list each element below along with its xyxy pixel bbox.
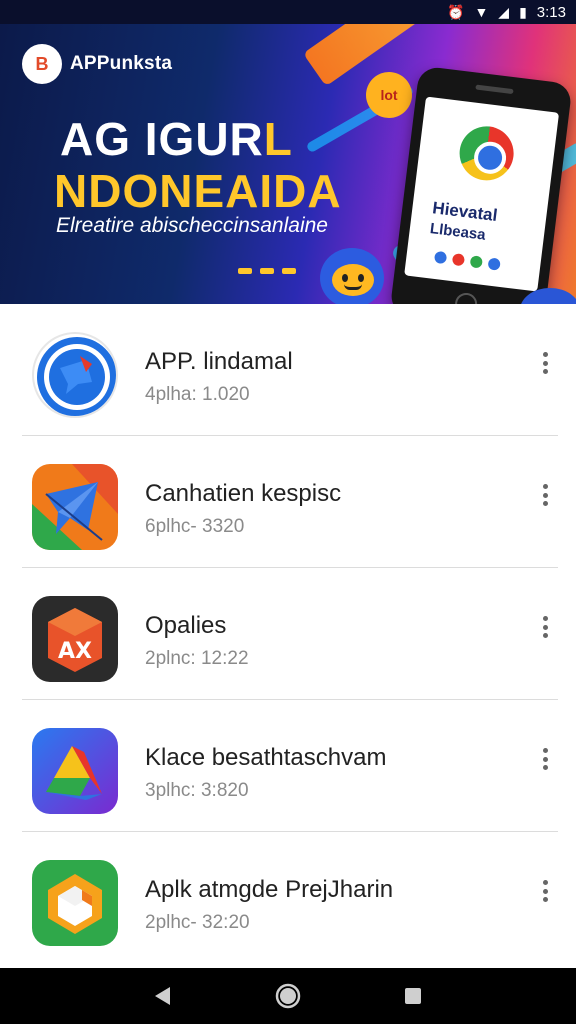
brand: B APPunksta [22, 44, 172, 84]
banner-headline-line1: AG IGURL [60, 113, 293, 165]
status-time: 3:13 [536, 3, 566, 21]
recents-button[interactable] [389, 972, 437, 1020]
back-button[interactable] [139, 972, 187, 1020]
app-list: APP. lindamal 4plha: 1.020 Canhatien kes… [0, 304, 576, 968]
coin-icon: lot [366, 72, 412, 118]
list-item[interactable]: Klace besathtaschvam 3plhc: 3:820 [0, 700, 576, 832]
more-options-icon[interactable] [538, 482, 552, 508]
promo-banner[interactable]: B APPunksta AG IGURL NDONEAIDA Elreatire… [0, 24, 576, 304]
app-title: Aplk atmgde PrejJharin [145, 876, 394, 903]
list-item[interactable]: Canhatien kespisc 6plhc- 3320 [0, 436, 576, 568]
recents-icon [405, 988, 422, 1004]
brand-logo-icon: B [22, 44, 62, 84]
app-title: APP. lindamal [145, 348, 293, 375]
list-item[interactable]: AX Opalies 2plnc: 12:22 [0, 568, 576, 700]
paper-plane-icon [32, 464, 118, 550]
more-options-icon[interactable] [538, 614, 552, 640]
app-subtitle: 2plhc- 32:20 [145, 912, 250, 933]
brand-name: APPunksta [70, 53, 173, 74]
home-button[interactable] [264, 972, 312, 1020]
svg-text:AX: AX [58, 639, 92, 664]
app-title: Canhatien kespisc [145, 480, 342, 507]
more-options-icon[interactable] [538, 878, 552, 904]
signal-icon: ◢ [498, 4, 510, 20]
navigation-bar [0, 968, 576, 1024]
ax-box-icon: AX [32, 596, 118, 682]
phone-illustration: Hievatal Llbeasa [389, 65, 573, 304]
wifi-icon: ▼ [474, 4, 489, 20]
banner-tagline: Elreatire abischeccinsanlaine [56, 214, 328, 237]
app-subtitle: 3plhc: 3:820 [145, 780, 249, 801]
app-subtitle: 6plhc- 3320 [145, 516, 245, 537]
phone-screen-dots [433, 250, 501, 271]
app-title: Opalies [145, 612, 227, 639]
home-icon [275, 983, 301, 1009]
list-item[interactable]: APP. lindamal 4plha: 1.020 [0, 304, 576, 436]
status-bar: ⏰ ▼ ◢ ▮ 3:13 [0, 0, 576, 24]
app-subtitle: 2plnc: 12:22 [145, 648, 249, 669]
app-title: Klace besathtaschvam [145, 744, 387, 771]
back-icon [154, 987, 170, 1005]
more-options-icon[interactable] [538, 746, 552, 772]
list-item[interactable]: Aplk atmgde PrejJharin 2plhc- 32:20 [0, 832, 576, 964]
cube-icon [32, 860, 118, 946]
banner-headline-line2: NDONEAIDA [54, 165, 342, 217]
drive-triangle-icon [32, 728, 118, 814]
alarm-icon: ⏰ [447, 4, 465, 20]
more-options-icon[interactable] [538, 350, 552, 376]
chat-bubble-icon [32, 332, 118, 418]
browser-logo-icon [456, 123, 517, 184]
app-subtitle: 4plha: 1.020 [145, 384, 250, 405]
battery-icon: ▮ [519, 4, 527, 20]
carousel-indicator [238, 268, 296, 274]
mascot-icon [320, 248, 384, 304]
